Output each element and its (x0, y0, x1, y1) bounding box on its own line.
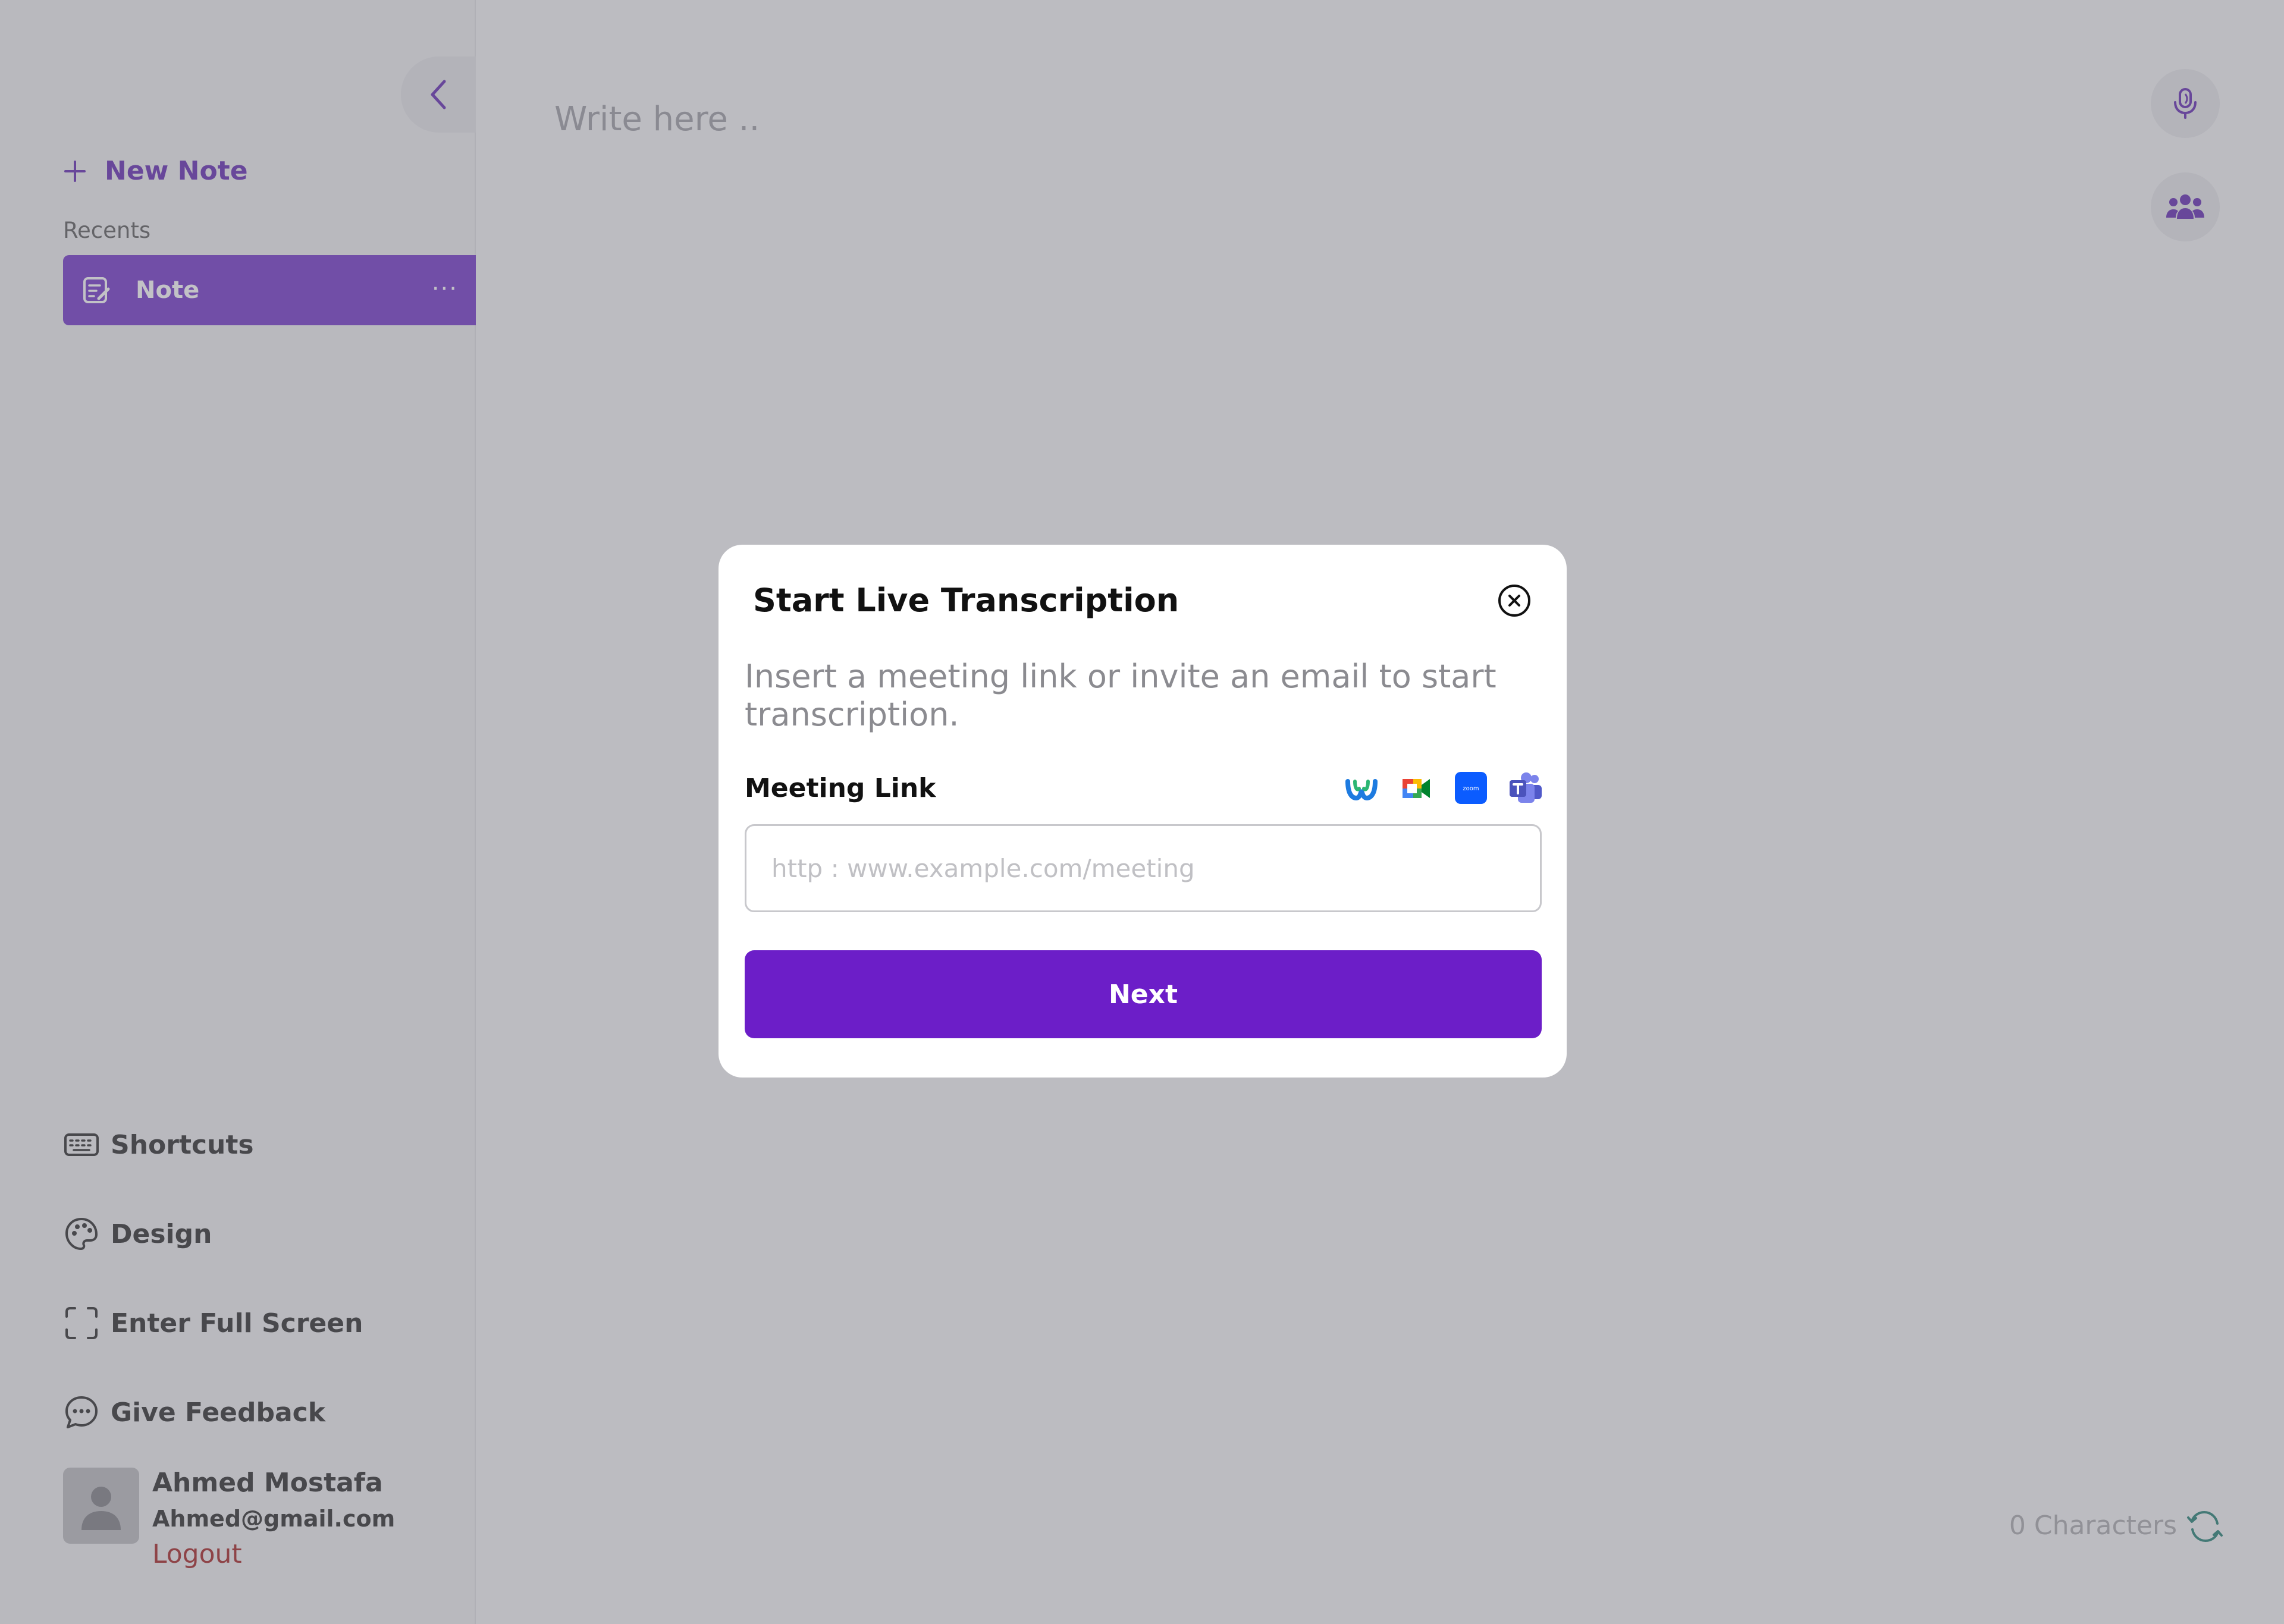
meeting-link-input[interactable] (745, 824, 1542, 912)
teams-icon (1510, 772, 1542, 803)
google-meet-icon (1403, 779, 1430, 798)
live-transcription-modal: Start Live Transcription Insert a meetin… (719, 545, 1567, 1078)
next-button[interactable]: Next (745, 950, 1542, 1038)
meeting-services: zoom (1344, 771, 1543, 805)
zoom-icon: zoom (1455, 772, 1487, 804)
modal-title: Start Live Transcription (753, 582, 1179, 619)
modal-description: Insert a meeting link or invite an email… (745, 658, 1496, 733)
meeting-link-label: Meeting Link (745, 773, 936, 803)
svg-text:zoom: zoom (1463, 786, 1479, 792)
webex-icon (1345, 779, 1378, 801)
close-icon[interactable] (1496, 583, 1532, 618)
